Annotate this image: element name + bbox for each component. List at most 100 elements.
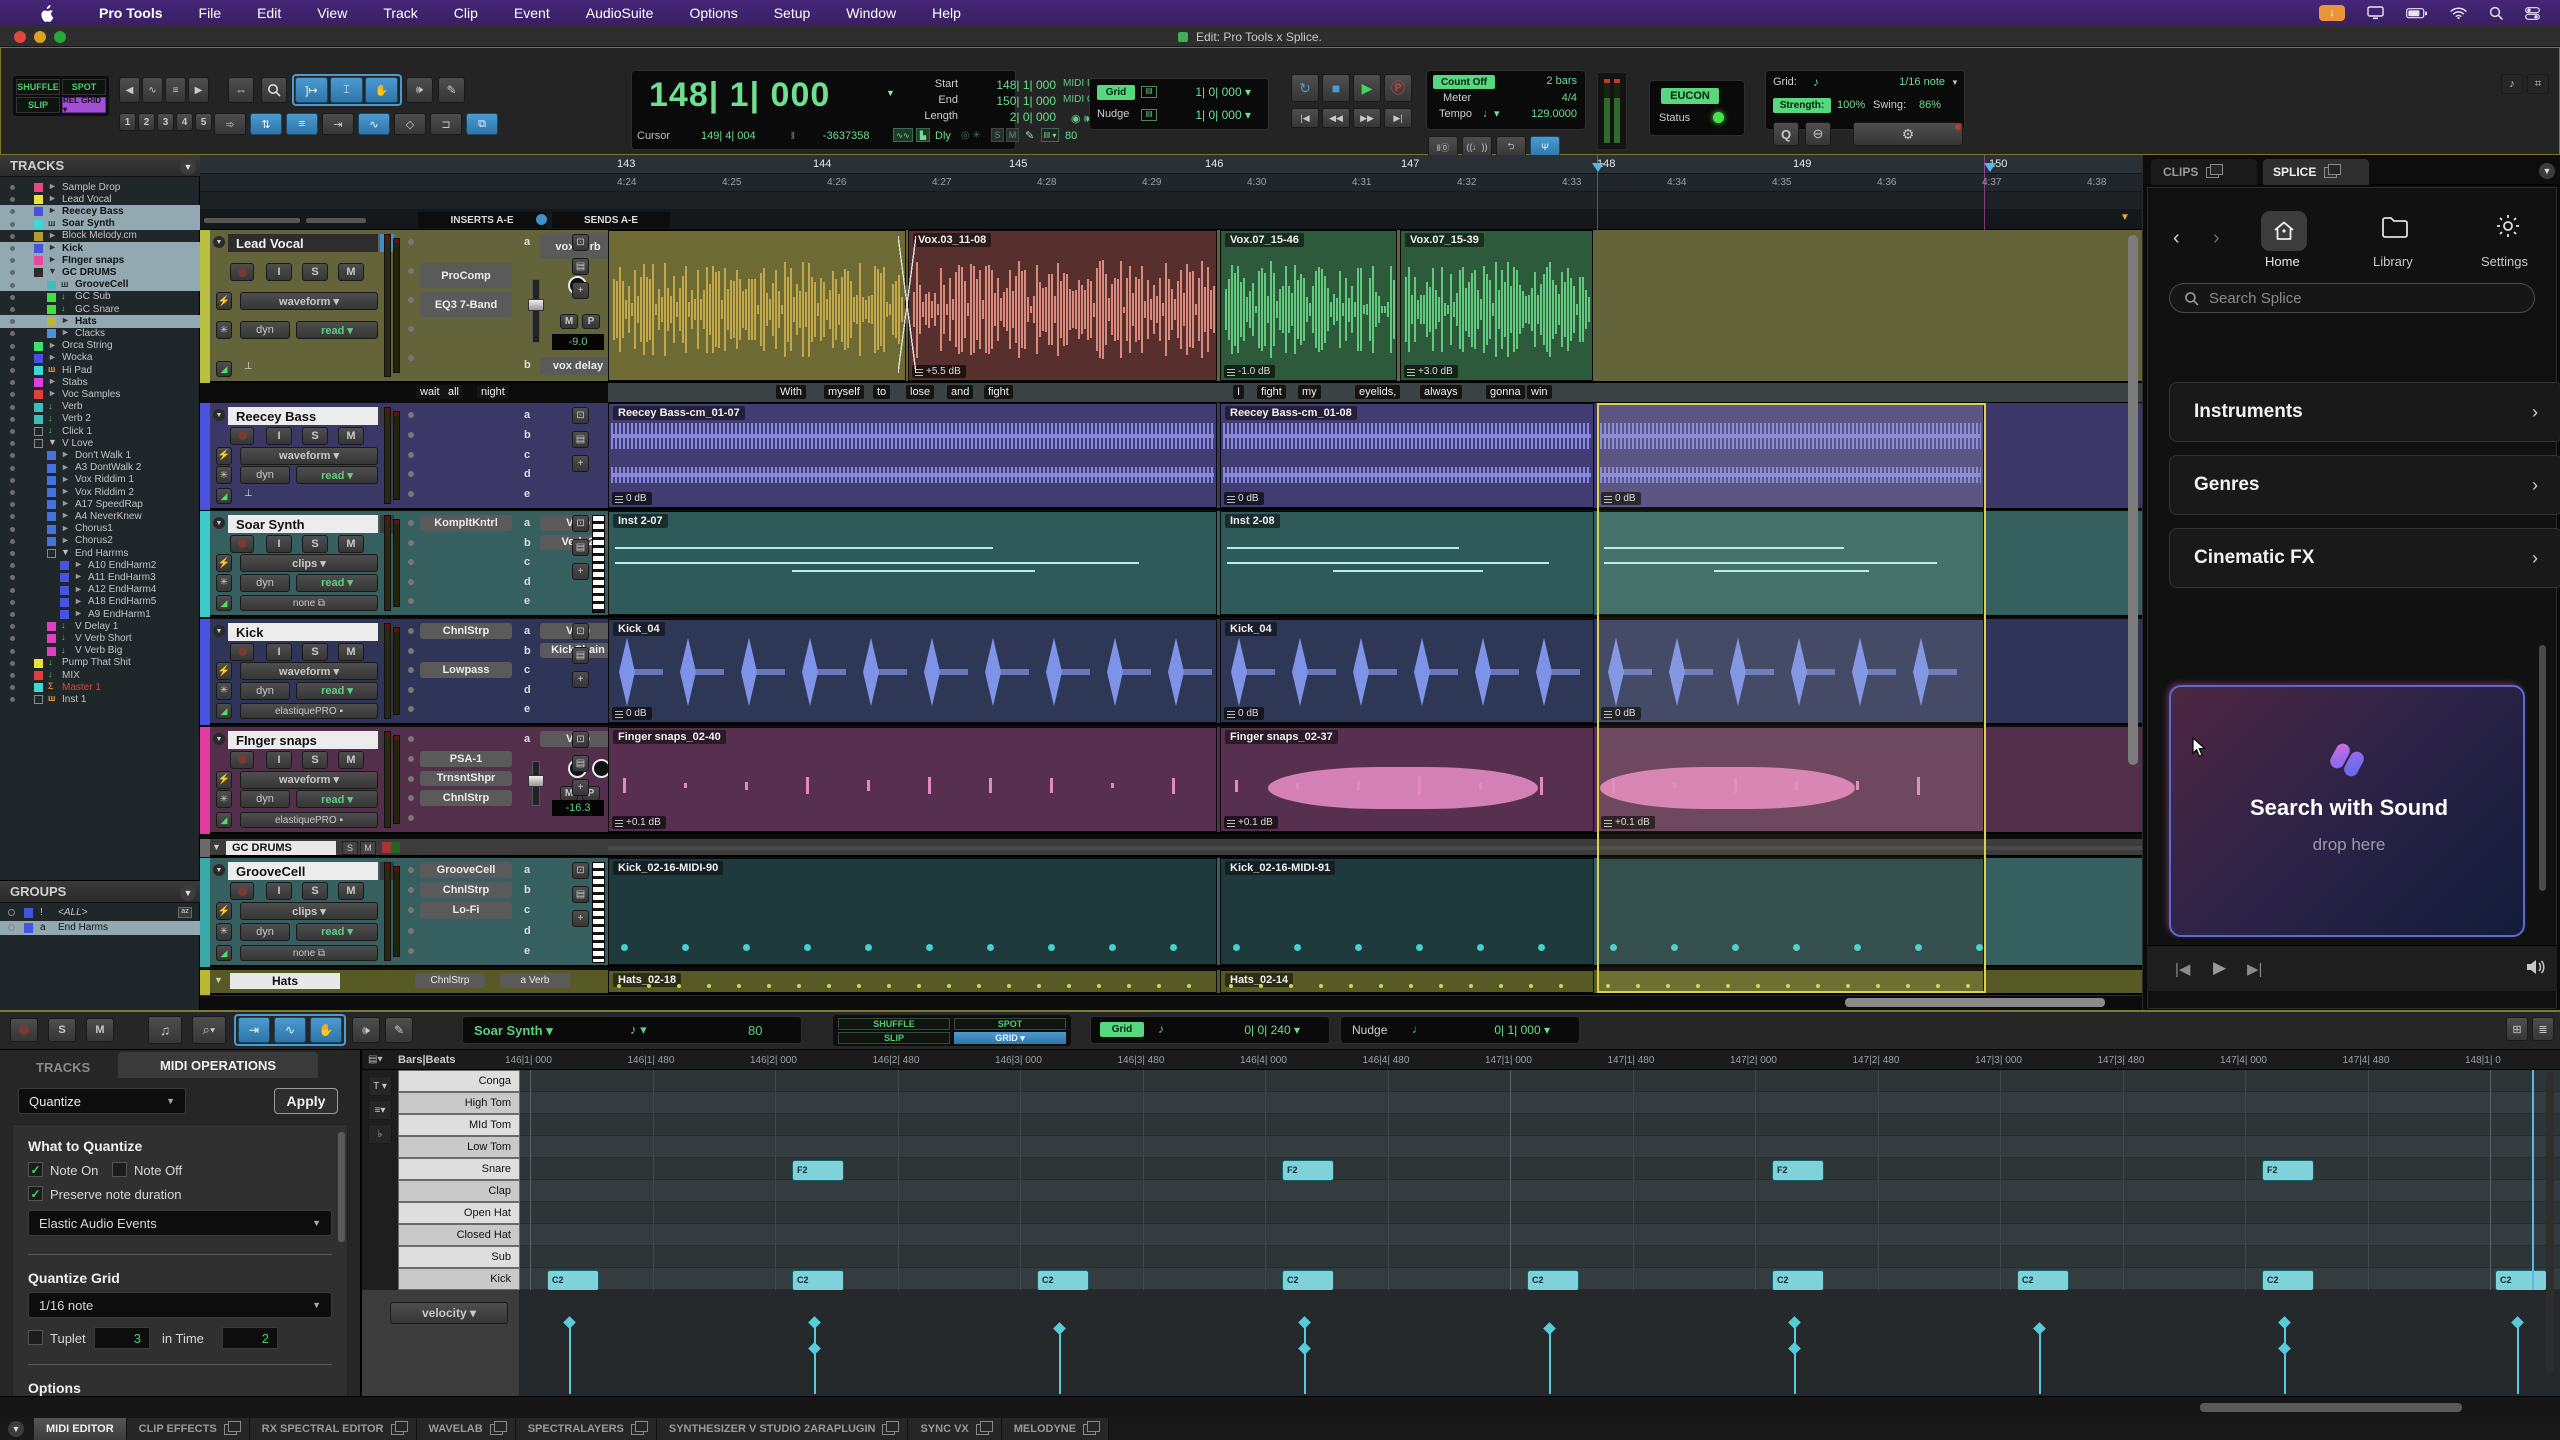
strength-label[interactable]: Strength: [1773, 98, 1831, 113]
track-lane-reecey-bass[interactable]: Reecey Bass-cm_01-070 dBReecey Bass-cm_0… [608, 403, 2142, 510]
track-list-item[interactable]: ►A9 EndHarm1 [0, 608, 200, 621]
sel-start-value[interactable]: 148| 1| 000 [961, 78, 1056, 92]
insert-slot-dot[interactable] [408, 948, 414, 954]
playlist-icon[interactable]: ▤ [572, 539, 589, 556]
clip-gain-badge[interactable]: +0.1 dB [612, 816, 666, 829]
midi-slip-button[interactable]: SLIP [838, 1032, 950, 1044]
dyn-button[interactable]: dyn [240, 321, 290, 339]
midi-note-c2[interactable]: C2 [1037, 1270, 1089, 1291]
window-icon[interactable]: ⊡ [572, 731, 589, 748]
timeline-marker-icon[interactable] [1984, 163, 1996, 172]
track-collapse-chevron-icon[interactable]: ▼ [213, 236, 225, 248]
star-icon[interactable]: ✳ [216, 574, 232, 592]
solo-chip[interactable]: S [991, 128, 1004, 142]
menu-item-pro-tools[interactable]: Pro Tools [81, 5, 181, 21]
drum-lane-label-snare[interactable]: Snare [398, 1158, 520, 1180]
zoom-tool-button[interactable] [261, 77, 287, 103]
track-visibility-dot[interactable] [10, 319, 15, 324]
slip-mode-button[interactable]: SLIP [16, 97, 60, 113]
track-list-item[interactable]: ↓Click 1 [0, 425, 200, 438]
lyric-token[interactable]: and [947, 385, 973, 399]
inserts-header[interactable]: INSERTS A-E [418, 212, 546, 228]
star-icon[interactable]: ✳ [216, 321, 232, 339]
note-off-checkbox[interactable] [112, 1162, 127, 1177]
menu-item-window[interactable]: Window [828, 5, 914, 21]
sel-end-value[interactable]: 150| 1| 000 [961, 94, 1056, 108]
lane-list-button[interactable]: ≡▾ [368, 1100, 392, 1120]
midi-spot-button[interactable]: SPOT [954, 1018, 1066, 1030]
star-icon[interactable]: ✳ [216, 790, 232, 808]
record-enable-button[interactable] [230, 427, 254, 445]
ramp-icon[interactable]: ◢ [216, 945, 232, 961]
automation-mode-button[interactable]: read ▾ [296, 466, 378, 484]
audio-clip[interactable]: Hats_02-18 [608, 970, 1217, 993]
midi-solo-button[interactable]: S [48, 1018, 76, 1042]
track-list-item[interactable]: ►A3 DontWalk 2 [0, 462, 200, 475]
track-list-item[interactable]: ▼End Harrms [0, 547, 200, 560]
bolt-icon[interactable]: ⚡ [216, 902, 232, 920]
velocity-diamond[interactable] [1788, 1316, 1801, 1329]
record-enable-button[interactable] [230, 882, 254, 900]
audio-clip[interactable]: Vox.07_15-46-1.0 dB [1220, 230, 1397, 381]
drum-lane-label-high-tom[interactable]: High Tom [398, 1092, 520, 1114]
midi-notation-button[interactable]: ♫ [148, 1016, 182, 1044]
elastic-wave-chip-icon[interactable]: ∿∿ [893, 128, 913, 142]
solo-button[interactable]: S [302, 751, 328, 769]
grid-value[interactable]: 1| 0| 000 ▾ [1171, 85, 1251, 99]
elastic-plugin-button[interactable]: none ⧉ [240, 595, 378, 611]
track-visibility-dot[interactable] [10, 295, 15, 300]
go-end-button[interactable]: ▶| [1384, 108, 1412, 128]
track-list-item[interactable]: ►Don't Walk 1 [0, 449, 200, 462]
insert-pill[interactable]: ChnlStrp [420, 790, 512, 806]
display-icon[interactable] [2367, 6, 2384, 20]
track-list-item[interactable]: ►A4 NeverKnew [0, 510, 200, 523]
main-counter-value[interactable]: 148| 1| 000 [649, 76, 879, 114]
track-list-item[interactable]: ►A12 EndHarm4 [0, 584, 200, 597]
audio-clip[interactable]: 0 dB [1597, 403, 1984, 508]
folder-mute-button[interactable]: M [360, 841, 376, 855]
dyn-button[interactable]: dyn [240, 682, 290, 700]
automation-follows-button[interactable]: ∿ [358, 113, 390, 135]
track-view-selector[interactable]: waveform ▾ [240, 292, 378, 310]
bolt-icon[interactable]: ⚡ [216, 662, 232, 680]
audio-clip[interactable]: Kick_040 dB [608, 619, 1217, 723]
midi-grid-value[interactable]: 0| 0| 240 ▾ [1190, 1023, 1300, 1037]
track-list-item[interactable]: ►Lead Vocal [0, 193, 200, 206]
midi-default-velocity[interactable]: 80 [748, 1023, 762, 1038]
groups-panel-chevron-icon[interactable]: ▼ [180, 885, 196, 901]
lyric-token[interactable]: wait [416, 385, 444, 399]
insert-slot-dot[interactable] [408, 491, 414, 497]
zoom-layout-icon[interactable]: ≡ [165, 77, 186, 103]
clip-gain-badge[interactable]: 0 dB [612, 492, 652, 505]
tuplet-value-field[interactable]: 3 [94, 1327, 150, 1349]
grabber-tool-button[interactable]: ✋ [365, 77, 398, 103]
add-icon[interactable]: + [572, 563, 589, 580]
insert-pill[interactable]: TrnsntShpr [420, 771, 512, 787]
midi-note-c2[interactable]: C2 [2495, 1270, 2547, 1291]
input-monitor-button[interactable]: I [266, 882, 292, 900]
track-view-selector[interactable]: clips ▾ [240, 902, 378, 920]
midi-nudge-value[interactable]: 0| 1| 000 ▾ [1440, 1023, 1550, 1037]
insert-slot-dot[interactable] [408, 795, 414, 801]
insert-pill[interactable]: ProComp [420, 263, 512, 288]
audio-clip[interactable]: Kick_040 dB [1220, 619, 1594, 723]
track-name-pill[interactable]: GC DRUMS [226, 841, 336, 855]
splice-scrollbar[interactable] [2539, 645, 2546, 891]
send-pill[interactable]: a Verb [500, 973, 570, 988]
folder-solo-button[interactable]: S [342, 841, 358, 855]
lyric-token[interactable]: always [1420, 385, 1462, 399]
velocity-diamond[interactable] [808, 1316, 821, 1329]
track-list-item[interactable]: ►Chorus2 [0, 535, 200, 548]
insert-slot-dot[interactable] [408, 756, 414, 762]
add-icon[interactable]: + [572, 282, 589, 299]
star-icon[interactable]: ✳ [216, 682, 232, 700]
track-visibility-dot[interactable] [10, 283, 15, 288]
track-list-item[interactable]: ↓Verb [0, 401, 200, 414]
midi-note-c2[interactable]: C2 [1527, 1270, 1579, 1291]
velocity-diamond[interactable] [1053, 1322, 1066, 1335]
track-list-item[interactable]: ►A10 EndHarm2 [0, 559, 200, 572]
splice-nav-forward-icon[interactable]: › [2213, 227, 2220, 250]
midi-v-scrollbar[interactable] [2546, 1072, 2554, 1372]
track-collapse-chevron-icon[interactable]: ▼ [213, 864, 225, 876]
track-visibility-dot[interactable] [10, 685, 15, 690]
